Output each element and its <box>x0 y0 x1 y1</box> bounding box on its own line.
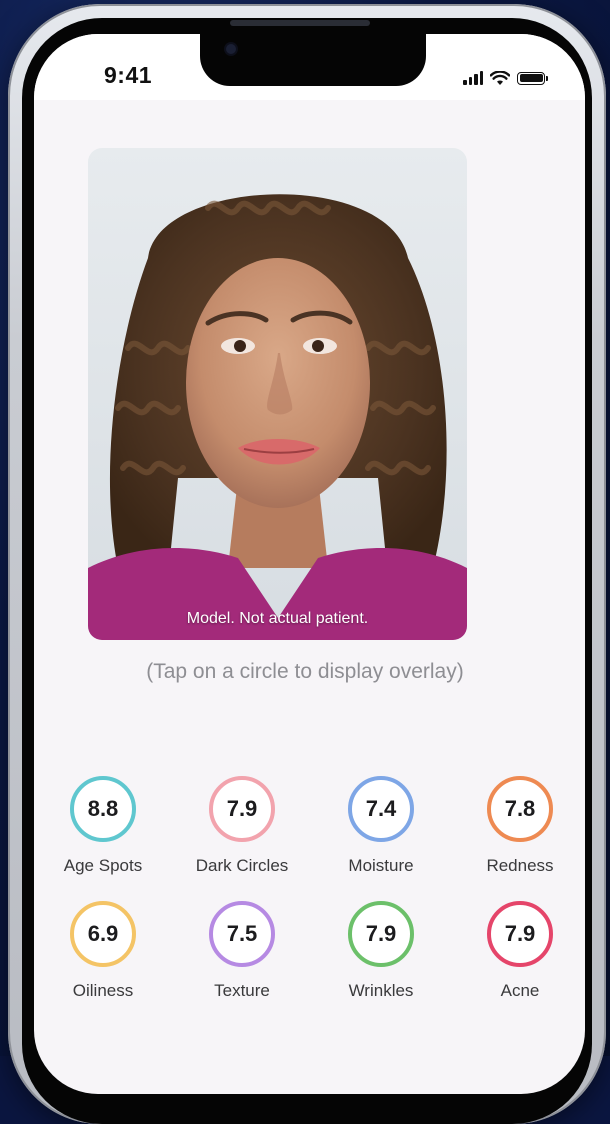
metric-label: Dark Circles <box>195 856 289 875</box>
score-ring[interactable]: 7.8 <box>487 776 553 842</box>
overlay-hint: (Tap on a circle to display overlay) <box>146 660 464 683</box>
metric-moisture[interactable]: 7.4 Moisture <box>311 776 451 876</box>
metric-label: Wrinkles <box>348 981 414 1000</box>
metric-oiliness[interactable]: 6.9 Oiliness <box>33 901 173 1001</box>
metric-redness[interactable]: 7.8 Redness <box>450 776 590 876</box>
score-ring[interactable]: 7.9 <box>487 901 553 967</box>
face-photo: Model. Not actual patient. <box>88 148 467 640</box>
phone-speaker-grille <box>230 20 370 26</box>
cellular-signal-icon <box>463 71 483 85</box>
status-time: 9:41 <box>104 62 153 88</box>
photo-caption: Model. Not actual patient. <box>186 610 369 627</box>
metric-wrinkles[interactable]: 7.9 Wrinkles <box>311 901 451 1001</box>
metric-label: Oiliness <box>72 981 134 1000</box>
score-ring[interactable]: 7.9 <box>209 776 275 842</box>
metric-texture[interactable]: 7.5 Texture <box>172 901 312 1001</box>
metric-age-spots[interactable]: 8.8 Age Spots <box>33 776 173 876</box>
metric-label: Moisture <box>348 856 414 875</box>
face-illustration <box>88 194 467 640</box>
metric-label: Age Spots <box>63 856 143 875</box>
metric-acne[interactable]: 7.9 Acne <box>450 901 590 1001</box>
battery-icon <box>517 71 548 85</box>
score-ring[interactable]: 7.9 <box>348 901 414 967</box>
score-ring[interactable]: 7.5 <box>209 901 275 967</box>
notch <box>200 30 426 86</box>
front-camera <box>226 44 236 54</box>
metric-label: Texture <box>214 981 270 1000</box>
score-ring[interactable]: 7.4 <box>348 776 414 842</box>
metric-dark-circles[interactable]: 7.9 Dark Circles <box>172 776 312 876</box>
wifi-icon <box>490 70 510 85</box>
metric-label: Acne <box>500 981 540 1000</box>
metric-label: Redness <box>486 856 554 875</box>
score-ring[interactable]: 6.9 <box>70 901 136 967</box>
status-icons <box>463 68 548 88</box>
score-ring[interactable]: 8.8 <box>70 776 136 842</box>
